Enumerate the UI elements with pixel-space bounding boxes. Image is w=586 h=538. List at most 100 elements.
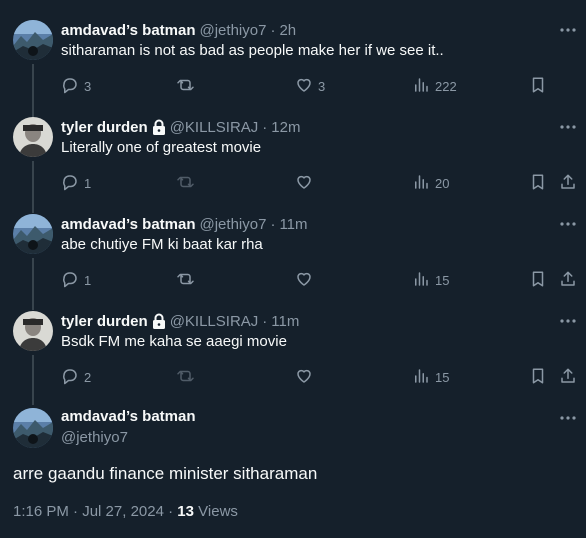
action-bar: 3 3 222 <box>61 76 581 96</box>
reply-icon <box>61 270 79 291</box>
bookmark-button[interactable] <box>529 367 547 387</box>
display-name[interactable]: tyler durden <box>61 313 148 330</box>
tweet-meta: 1:16 PM · Jul 27, 2024 · 13 Views <box>13 503 238 520</box>
views-button[interactable]: 222 <box>412 76 457 96</box>
tweet-time[interactable]: 1:16 PM <box>13 503 69 520</box>
display-name[interactable]: amdavad’s batman <box>61 216 196 233</box>
share-button[interactable] <box>559 367 577 387</box>
retweet-button[interactable] <box>176 367 200 387</box>
reply-tweet[interactable]: amdavad’s batman @jethiyo7 · 2h sitharam… <box>0 20 586 128</box>
timestamp[interactable]: 11m <box>279 216 307 233</box>
more-dots-icon[interactable] <box>558 311 578 331</box>
reply-tweet[interactable]: amdavad’s batman @jethiyo7 · 11m abe chu… <box>0 214 586 310</box>
bookmark-button[interactable] <box>529 76 547 96</box>
action-bar: 1 20 <box>61 173 581 193</box>
username[interactable]: @jethiyo7 <box>200 216 267 233</box>
retweet-icon <box>176 173 195 194</box>
tweet-text: sitharaman is not as bad as people make … <box>61 42 444 59</box>
retweet-button[interactable] <box>176 76 200 96</box>
reply-icon <box>61 76 79 97</box>
view-count: 15 <box>435 272 450 288</box>
lock-icon <box>152 119 166 135</box>
retweet-button[interactable] <box>176 270 200 290</box>
username[interactable]: @jethiyo7 <box>61 429 128 446</box>
more-dots-icon[interactable] <box>558 20 578 40</box>
tweet-text: Literally one of greatest movie <box>61 139 262 156</box>
tweet-text: arre gaandu finance minister sitharaman <box>13 464 318 483</box>
views-chart-icon <box>412 76 430 97</box>
like-button[interactable] <box>295 173 318 193</box>
tweet-header: amdavad’s batman @jethiyo7 · 11m <box>61 214 308 234</box>
avatar-batman[interactable] <box>13 214 53 254</box>
display-name[interactable]: tyler durden <box>61 119 148 136</box>
username[interactable]: @KILLSIRAJ <box>170 313 259 330</box>
reply-button[interactable]: 3 <box>61 76 91 96</box>
reply-icon <box>61 367 79 388</box>
like-count: 3 <box>318 78 326 94</box>
timestamp[interactable]: 2h <box>279 22 296 39</box>
more-dots-icon[interactable] <box>558 408 578 428</box>
avatar-batman[interactable] <box>13 408 53 448</box>
reply-icon <box>61 173 79 194</box>
views-button[interactable]: 15 <box>412 270 449 290</box>
like-button[interactable] <box>295 270 318 290</box>
share-icon <box>559 173 577 194</box>
bookmark-icon <box>529 270 547 291</box>
separator: · <box>270 215 276 233</box>
retweet-icon <box>176 76 195 97</box>
display-name[interactable]: amdavad’s batman <box>61 22 196 39</box>
thread-line <box>32 161 34 213</box>
bookmark-button[interactable] <box>529 270 547 290</box>
share-button[interactable] <box>559 270 577 290</box>
bookmark-button[interactable] <box>529 173 547 193</box>
reply-button[interactable]: 1 <box>61 173 91 193</box>
reply-button[interactable]: 2 <box>61 367 91 387</box>
display-name[interactable]: amdavad’s batman <box>61 408 196 425</box>
bookmark-icon <box>529 367 547 388</box>
reply-tweet[interactable]: tyler durden @KILLSIRAJ · 11m Bsdk FM me… <box>0 311 586 405</box>
tweet-date[interactable]: Jul 27, 2024 <box>82 503 164 520</box>
heart-icon <box>295 173 313 194</box>
avatar-batman[interactable] <box>13 20 53 60</box>
timestamp[interactable]: 12m <box>271 119 300 136</box>
reply-count: 1 <box>84 272 92 288</box>
tweet-text: abe chutiye FM ki baat kar rha <box>61 236 263 253</box>
reply-count: 3 <box>84 78 92 94</box>
bookmark-icon <box>529 173 547 194</box>
avatar-tyler[interactable] <box>13 117 53 157</box>
conversation-thread: amdavad’s batman @jethiyo7 · 2h sitharam… <box>0 0 586 538</box>
like-button[interactable] <box>295 367 318 387</box>
retweet-icon <box>176 367 195 388</box>
reply-count: 1 <box>84 175 92 191</box>
thread-line <box>32 355 34 405</box>
timestamp[interactable]: 11m <box>271 313 299 330</box>
focused-tweet: amdavad’s batman @jethiyo7 arre gaandu f… <box>0 408 586 528</box>
bookmark-icon <box>529 76 547 97</box>
tweet-text: Bsdk FM me kaha se aaegi movie <box>61 333 287 350</box>
reply-tweet[interactable]: tyler durden @KILLSIRAJ · 12m Literally … <box>0 117 586 213</box>
share-button[interactable] <box>559 173 577 193</box>
username[interactable]: @jethiyo7 <box>200 22 267 39</box>
more-dots-icon[interactable] <box>558 214 578 234</box>
like-button[interactable]: 3 <box>295 76 325 96</box>
more-dots-icon[interactable] <box>558 117 578 137</box>
view-count: 15 <box>435 369 450 385</box>
heart-icon <box>295 76 313 97</box>
reply-button[interactable]: 1 <box>61 270 91 290</box>
separator: · <box>270 21 276 39</box>
views-chart-icon <box>412 173 430 194</box>
view-count: 222 <box>435 78 457 94</box>
reply-count: 2 <box>84 369 92 385</box>
views-chart-icon <box>412 367 430 388</box>
separator: · <box>168 503 174 520</box>
avatar-tyler[interactable] <box>13 311 53 351</box>
retweet-button[interactable] <box>176 173 200 193</box>
thread-line <box>32 258 34 310</box>
tweet-header: tyler durden @KILLSIRAJ · 12m <box>61 117 300 137</box>
tweet-header: tyler durden @KILLSIRAJ · 11m <box>61 311 299 331</box>
separator: · <box>73 503 79 520</box>
views-button[interactable]: 15 <box>412 367 449 387</box>
username[interactable]: @KILLSIRAJ <box>170 119 259 136</box>
views-button[interactable]: 20 <box>412 173 449 193</box>
view-count: 20 <box>435 175 450 191</box>
